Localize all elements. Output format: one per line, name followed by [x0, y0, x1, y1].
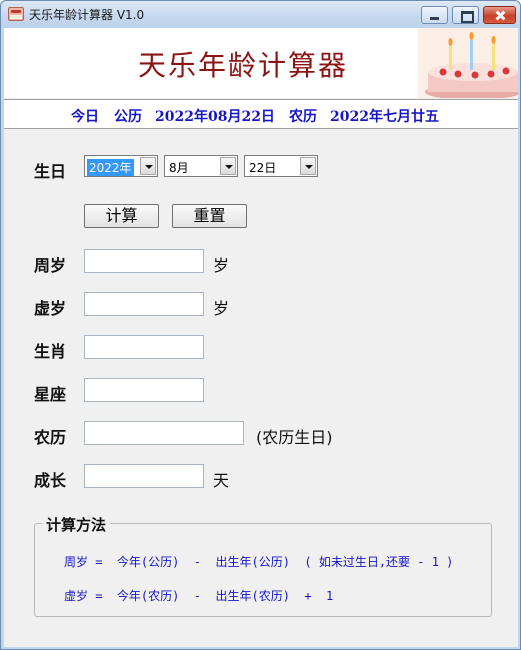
- nominal-age-label: 虚岁: [34, 299, 67, 318]
- today-label: 今日: [71, 109, 99, 125]
- full-age-label: 周岁: [34, 256, 67, 275]
- app-window: 天乐年龄计算器 V1.0 天乐年龄计算器 今日 公历 2022年08月22日 农…: [0, 0, 521, 650]
- constellation-field[interactable]: [84, 378, 204, 402]
- client-area: 天乐年龄计算器 今日 公历 2022年08月22日 农历 2022年七月廿五 生…: [4, 28, 518, 647]
- close-button[interactable]: [483, 6, 516, 24]
- chevron-down-icon[interactable]: [300, 157, 316, 175]
- minimize-button[interactable]: [421, 6, 448, 24]
- maximize-button[interactable]: [452, 6, 479, 24]
- reset-button[interactable]: 重置: [172, 204, 247, 228]
- full-age-formula: 周岁 = 今年(公历) - 出生年(公历) ( 如未过生日,还要 - 1 ): [64, 555, 454, 569]
- growth-days-field[interactable]: [84, 464, 204, 488]
- birth-day-select[interactable]: 22日: [244, 155, 318, 177]
- lunar-label: 农历: [289, 109, 317, 125]
- birthday-label: 生日: [34, 162, 67, 181]
- chevron-down-icon[interactable]: [220, 157, 236, 175]
- full-age-unit: 岁: [213, 256, 230, 275]
- lunar-birthday-label: 农历: [34, 428, 67, 447]
- window-title: 天乐年龄计算器 V1.0: [29, 8, 145, 22]
- constellation-label: 星座: [34, 385, 67, 404]
- birth-month-value: 8月: [169, 161, 189, 175]
- gregorian-label: 公历: [114, 109, 142, 125]
- nominal-age-unit: 岁: [213, 299, 230, 318]
- zodiac-field[interactable]: [84, 335, 204, 359]
- title-bar[interactable]: 天乐年龄计算器 V1.0: [1, 1, 520, 28]
- birth-year-value: 2022年: [87, 159, 134, 176]
- lunar-date: 2022年七月廿五: [330, 109, 439, 125]
- banner: 天乐年龄计算器: [4, 28, 518, 98]
- growth-days-unit: 天: [213, 471, 230, 490]
- chevron-down-icon[interactable]: [140, 157, 156, 175]
- calculation-method-title: 计算方法: [42, 514, 111, 535]
- app-heading: 天乐年龄计算器: [138, 49, 349, 82]
- today-date-bar: 今日 公历 2022年08月22日 农历 2022年七月廿五: [4, 99, 518, 129]
- nominal-age-formula: 虚岁 = 今年(农历) - 出生年(农历) + 1: [64, 589, 334, 603]
- full-age-field[interactable]: [84, 249, 204, 273]
- growth-label: 成长: [34, 471, 67, 490]
- birthday-cake-image: [418, 28, 518, 98]
- calculate-button[interactable]: 计算: [84, 204, 159, 228]
- zodiac-label: 生肖: [34, 342, 67, 361]
- gregorian-date: 2022年08月22日: [155, 109, 275, 125]
- lunar-birthday-hint: (农历生日): [256, 428, 333, 447]
- birth-month-select[interactable]: 8月: [164, 155, 238, 177]
- nominal-age-field[interactable]: [84, 292, 204, 316]
- cake-app-icon: [8, 7, 24, 21]
- birth-day-value: 22日: [249, 161, 277, 175]
- lunar-birthday-field[interactable]: [84, 421, 244, 445]
- birth-year-select[interactable]: 2022年: [84, 155, 158, 177]
